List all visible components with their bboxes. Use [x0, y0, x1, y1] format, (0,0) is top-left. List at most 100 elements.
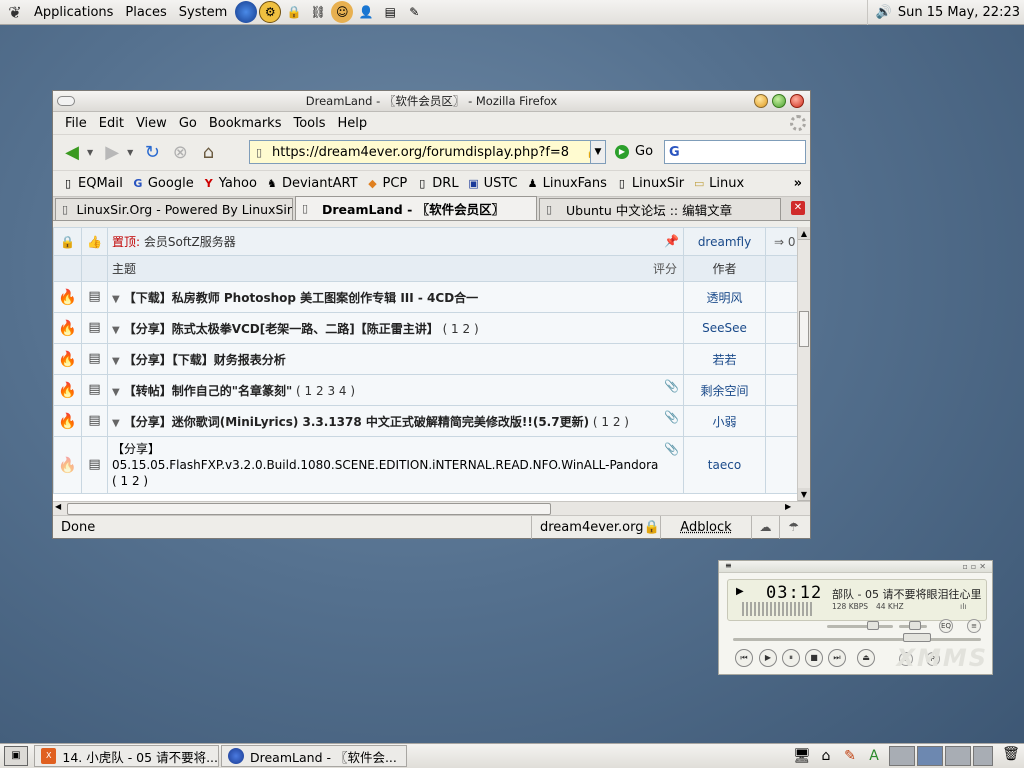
tab-ubuntu[interactable]: ▯ Ubuntu 中文论坛 :: 编辑文章 [539, 198, 781, 220]
menu-view[interactable]: View [130, 116, 173, 131]
seek-slider[interactable] [733, 638, 981, 641]
author-header[interactable]: 作者 [683, 255, 766, 282]
menu-tools[interactable]: Tools [287, 116, 331, 131]
workspace-3[interactable] [945, 746, 971, 766]
computer-icon[interactable]: 🖥 [792, 746, 812, 766]
vertical-scrollbar[interactable]: ▲ ▼ [797, 227, 810, 501]
bookmark-pcp[interactable]: ◆ PCP [366, 176, 407, 191]
lock-app-icon[interactable]: 🔒 [283, 1, 305, 23]
applications-menu[interactable]: Applications [30, 5, 117, 20]
next-icon[interactable]: ⏭ [828, 649, 846, 667]
new-post-arrow-icon[interactable]: ▼ [112, 325, 120, 336]
new-post-arrow-icon[interactable]: ▼ [112, 418, 120, 429]
workspace-2[interactable] [917, 746, 943, 766]
thread-author-link[interactable]: 剩余空间 [683, 374, 766, 406]
stop-icon[interactable]: ■ [805, 649, 823, 667]
thread-title-link[interactable]: 【分享】陈式太极拳VCD[老架一路、二路]【陈正雷主讲】 [124, 322, 439, 336]
search-input[interactable]: G [664, 140, 806, 164]
maximize-button[interactable] [772, 94, 786, 108]
places-menu[interactable]: Places [121, 5, 170, 20]
scroll-right-icon[interactable]: ▶ [785, 502, 791, 511]
gear-app-icon[interactable]: ⚙ [259, 1, 282, 23]
menu-go[interactable]: Go [173, 116, 203, 131]
window-menu-button[interactable] [57, 96, 75, 106]
thread-author-link[interactable]: taeco [683, 436, 766, 494]
thread-title-link[interactable]: 【分享】【下载】财务报表分析 [124, 353, 286, 367]
user-icon[interactable]: 👤 [355, 1, 377, 23]
previous-icon[interactable]: ⏮ [735, 649, 753, 667]
chain-link-icon[interactable]: ⛓ [307, 1, 329, 23]
google-search-icon[interactable]: G [669, 145, 680, 160]
url-dropdown-button[interactable]: ▼ [590, 140, 606, 164]
adblock-button[interactable]: Adblock [661, 520, 751, 535]
xmms-visualizer[interactable] [742, 602, 812, 616]
thread-author-link[interactable]: 小弱 [683, 405, 766, 437]
subject-header[interactable]: 主题 [112, 262, 136, 276]
thread-pages[interactable]: ( 1 2 3 4 ) [296, 384, 355, 398]
volume-icon[interactable]: 🔊 [876, 5, 892, 20]
pen-icon[interactable]: ✎ [403, 1, 425, 23]
bookmark-deviantart[interactable]: ♞ DeviantART [265, 176, 357, 191]
bookmark-linuxsir[interactable]: ▯ LinuxSir [615, 176, 684, 191]
bookmark-drl[interactable]: ▯ DRL [415, 176, 458, 191]
thread-author-link[interactable]: 透明风 [683, 281, 766, 313]
eq-toggle-icon[interactable]: EQ [939, 619, 953, 633]
scroll-up-icon[interactable]: ▲ [798, 227, 810, 240]
menu-file[interactable]: File [59, 116, 93, 131]
pause-icon[interactable]: ⏸ [782, 649, 800, 667]
window-titlebar[interactable]: DreamLand - 〖软件会员区〗 - Mozilla Firefox [53, 91, 810, 112]
thread-pages[interactable]: ( 1 2 ) [443, 322, 479, 336]
thread-title-link[interactable]: 【分享】迷你歌词(MiniLyrics) 3.3.1378 中文正式破解精简完美… [124, 415, 589, 429]
playlist-toggle-icon[interactable]: ≡ [967, 619, 981, 633]
volume-knob[interactable] [867, 621, 879, 630]
workspace-1[interactable] [889, 746, 915, 766]
taskbar-item-firefox[interactable]: DreamLand - 〖软件会... [221, 745, 407, 767]
horizontal-scroll-thumb[interactable] [67, 503, 551, 515]
bookmark-yahoo[interactable]: Y Yahoo [202, 176, 257, 191]
tab-linuxsir[interactable]: ▯ LinuxSir.Org - Powered By LinuxSir [55, 198, 293, 220]
gnome-foot-icon[interactable]: ❦ [4, 1, 26, 23]
menu-edit[interactable]: Edit [93, 116, 130, 131]
menu-help[interactable]: Help [332, 116, 374, 131]
home-icon[interactable]: ⌂ [195, 140, 221, 166]
minimize-button[interactable] [754, 94, 768, 108]
firefox-globe-icon[interactable] [235, 1, 258, 23]
url-input[interactable]: https://dream4ever.org/forumdisplay.php?… [268, 145, 586, 160]
face-icon[interactable]: ☺ [331, 1, 354, 23]
tab-dreamland[interactable]: ▯ DreamLand - 〖软件会员区〗 [295, 196, 537, 220]
pencil-icon[interactable]: ✎ [840, 746, 860, 766]
seek-knob[interactable] [903, 633, 931, 642]
url-bar[interactable]: ▯ https://dream4ever.org/forumdisplay.ph… [249, 140, 605, 164]
rating-header[interactable]: 评分 [653, 260, 677, 277]
pinned-author-link[interactable]: dreamfly [683, 227, 766, 256]
trash-icon[interactable]: 🗑 [1001, 746, 1021, 766]
play-icon[interactable]: ▶ [759, 649, 777, 667]
thread-title-line2[interactable]: 05.15.05.FlashFXP.v3.2.0.Build.1080.SCEN… [112, 457, 679, 473]
forecast-icon[interactable]: ☂ [779, 516, 807, 539]
system-menu[interactable]: System [175, 5, 231, 20]
workspace-4[interactable] [973, 746, 993, 766]
scroll-down-icon[interactable]: ▼ [798, 488, 810, 501]
forward-arrow-icon[interactable]: ▶ [99, 140, 125, 166]
xmms-time[interactable]: 03:12 [766, 583, 822, 603]
thread-pages[interactable]: ( 1 2 ) [593, 415, 629, 429]
new-post-arrow-icon[interactable]: ▼ [112, 387, 120, 398]
eject-icon[interactable]: ⏏ [857, 649, 875, 667]
close-window-button[interactable] [790, 94, 804, 108]
thread-pages[interactable]: ( 1 2 ) [112, 473, 679, 489]
xmms-menu-icon[interactable]: ≡ [725, 561, 732, 570]
thread-author-link[interactable]: SeeSee [683, 312, 766, 344]
ssl-lock-icon[interactable]: 🔒 [644, 520, 660, 535]
scroll-left-icon[interactable]: ◀ [55, 502, 61, 511]
close-tab-icon[interactable]: ✕ [791, 201, 805, 215]
reload-icon[interactable]: ↻ [139, 140, 165, 166]
new-post-arrow-icon[interactable]: ▼ [112, 294, 120, 305]
xmms-window-buttons[interactable]: ▫▫✕ [962, 562, 989, 571]
bookmark-google[interactable]: G Google [131, 176, 193, 191]
thread-title-link[interactable]: 【转帖】制作自己的"名章篆刻" [124, 384, 293, 398]
bookmark-linuxfans[interactable]: ♟ LinuxFans [526, 176, 607, 191]
bookmark-folder-linux[interactable]: ▭ Linux [692, 176, 744, 191]
balance-knob[interactable] [909, 621, 921, 630]
stop-icon[interactable]: ⊗ [167, 140, 193, 166]
home-folder-icon[interactable]: ⌂ [816, 746, 836, 766]
